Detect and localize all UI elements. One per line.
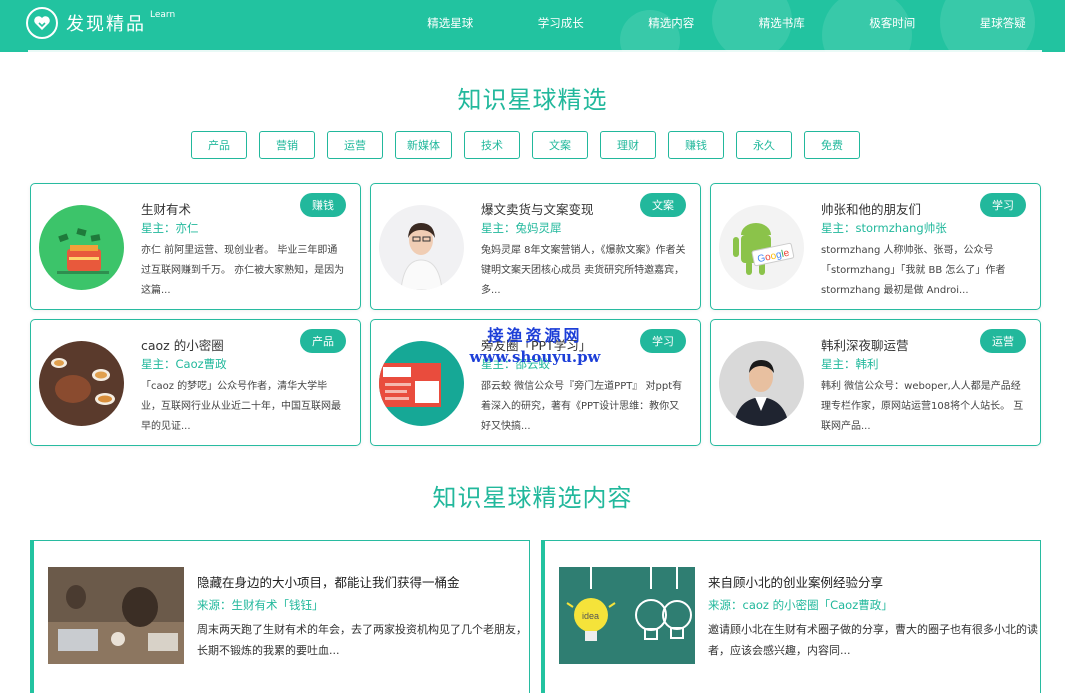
- main-nav: 精选星球 学习成长 精选内容 精选书库 极客时间 星球答疑: [395, 0, 1058, 46]
- header-divider: [28, 50, 1042, 52]
- nav-books[interactable]: 精选书库: [727, 15, 838, 31]
- planet-badge[interactable]: 学习: [640, 329, 686, 353]
- content-thumb-bulbs: idea: [559, 567, 695, 664]
- logo-sup: Learn: [150, 10, 176, 20]
- planet-card[interactable]: caoz 的小密圈 星主：Caoz曹政 「caoz 的梦呓」公众号作者，清华大学…: [30, 319, 361, 446]
- tag-copywriting[interactable]: 文案: [532, 131, 588, 159]
- planet-title: 爆文卖货与文案变现: [481, 202, 594, 217]
- tag-new-media[interactable]: 新媒体: [395, 131, 452, 159]
- planet-card[interactable]: Google 帅张和他的朋友们 星主：stormzhang帅张 stormzha…: [710, 183, 1041, 310]
- watermark-line2: www.shouyu.pw: [469, 348, 601, 366]
- planet-avatar-tea: [39, 341, 124, 426]
- content-card[interactable]: idea 来自顾小北的创业案例经验分享 来源：caoz 的小密圈「Caoz曹政」…: [541, 540, 1041, 693]
- tag-marketing[interactable]: 营销: [259, 131, 315, 159]
- content-source[interactable]: 来源：生财有术「钱钰」: [197, 597, 324, 613]
- tag-finance[interactable]: 理财: [600, 131, 656, 159]
- section-title-planets: 知识星球精选: [457, 86, 608, 114]
- nav-planets[interactable]: 精选星球: [395, 15, 506, 31]
- tag-free[interactable]: 免费: [804, 131, 860, 159]
- content-title: 隐藏在身边的大小项目，都能让我们获得一桶金: [197, 575, 460, 590]
- planet-desc: 兔妈灵犀 8年文案营销人，《爆款文案》作者关键明文案天团核心成员 卖货研究所特邀…: [481, 245, 686, 296]
- nav-content[interactable]: 精选内容: [616, 15, 727, 31]
- planet-badge[interactable]: 文案: [640, 193, 686, 217]
- planet-desc: 「caoz 的梦呓」公众号作者，清华大学毕业，互联网行业从业近二十年，中国互联网…: [141, 381, 341, 432]
- logo-text: 发现精品: [66, 14, 146, 35]
- planet-card[interactable]: 生财有术 星主：亦仁 亦仁 前阿里运营、现创业者。 毕业三年即通过互联网赚到千万…: [30, 183, 361, 310]
- content-source[interactable]: 来源：caoz 的小密圈「Caoz曹政」: [708, 597, 893, 613]
- tag-tech[interactable]: 技术: [464, 131, 520, 159]
- planet-badge[interactable]: 学习: [980, 193, 1026, 217]
- watermark: 接渔资源网 www.shouyu.pw: [455, 322, 615, 366]
- planet-badge[interactable]: 运营: [980, 329, 1026, 353]
- planet-owner[interactable]: 星主：兔妈灵犀: [481, 220, 562, 236]
- tag-operation[interactable]: 运营: [327, 131, 383, 159]
- section-title-content: 知识星球精选内容: [432, 484, 633, 512]
- content-card[interactable]: 隐藏在身边的大小项目，都能让我们获得一桶金 来源：生财有术「钱钰」 周末两天跑了…: [30, 540, 530, 693]
- planet-desc: 亦仁 前阿里运营、现创业者。 毕业三年即通过互联网赚到千万。 亦仁被大家熟知，是…: [141, 245, 345, 296]
- planet-card[interactable]: 韩利深夜聊运营 星主：韩利 韩利 微信公众号：weboper,人人都是产品经理专…: [710, 319, 1041, 446]
- nav-qa[interactable]: 星球答疑: [948, 15, 1059, 31]
- planet-badge[interactable]: 产品: [300, 329, 346, 353]
- category-tags: 产品 营销 运营 新媒体 技术 文案 理财 赚钱 永久 免费: [191, 131, 872, 159]
- planet-avatar-ppt: [379, 341, 464, 426]
- planet-owner[interactable]: 星主：Caoz曹政: [141, 356, 227, 372]
- watermark-line1: 接渔资源网: [487, 326, 583, 345]
- tag-permanent[interactable]: 永久: [736, 131, 792, 159]
- planet-avatar-man: [719, 341, 804, 426]
- planet-badge[interactable]: 赚钱: [300, 193, 346, 217]
- planet-desc: 邵云蛟 微信公众号『旁门左道PPT』 对ppt有着深入的研究，著有《PPT设计思…: [481, 381, 683, 432]
- planet-title: 帅张和他的朋友们: [821, 202, 922, 217]
- content-desc: 周末两天跑了生财有术的年会，去了两家投资机构见了几个老朋友，长期不锻炼的我累的要…: [197, 623, 527, 657]
- planet-title: caoz 的小密圈: [141, 338, 224, 353]
- planet-avatar-android: Google: [719, 205, 804, 290]
- content-title: 来自顾小北的创业案例经验分享: [708, 575, 884, 590]
- svg-text:idea: idea: [582, 611, 599, 621]
- site-logo[interactable]: 发现精品 Learn: [26, 7, 175, 39]
- planet-owner[interactable]: 星主：韩利: [821, 356, 879, 372]
- content-thumb-desk: [48, 567, 184, 664]
- top-header: 发现精品 Learn 精选星球 学习成长 精选内容 精选书库 极客时间 星球答疑: [0, 0, 1065, 52]
- nav-learning[interactable]: 学习成长: [506, 15, 617, 31]
- planet-avatar-money: [39, 205, 124, 290]
- planet-owner[interactable]: 星主：亦仁: [141, 220, 199, 236]
- planet-title: 韩利深夜聊运营: [821, 338, 909, 353]
- planet-avatar-woman: [379, 205, 464, 290]
- planet-desc: 韩利 微信公众号：weboper,人人都是产品经理专栏作家，原网站运营108将个…: [821, 381, 1024, 432]
- content-desc: 邀请顾小北在生财有术圈子做的分享，曹大的圈子也有很多小北的读者，应该会感兴趣，内…: [708, 623, 1038, 657]
- planet-owner[interactable]: 星主：stormzhang帅张: [821, 220, 947, 236]
- planet-title: 生财有术: [141, 202, 192, 217]
- planet-desc: stormzhang 人称帅张、张哥，公众号「stormzhang」「我就 BB…: [821, 245, 1006, 296]
- heart-icon: [26, 7, 58, 39]
- tag-product[interactable]: 产品: [191, 131, 247, 159]
- nav-geektime[interactable]: 极客时间: [837, 15, 948, 31]
- tag-earn[interactable]: 赚钱: [668, 131, 724, 159]
- planet-card[interactable]: 爆文卖货与文案变现 星主：兔妈灵犀 兔妈灵犀 8年文案营销人，《爆款文案》作者关…: [370, 183, 701, 310]
